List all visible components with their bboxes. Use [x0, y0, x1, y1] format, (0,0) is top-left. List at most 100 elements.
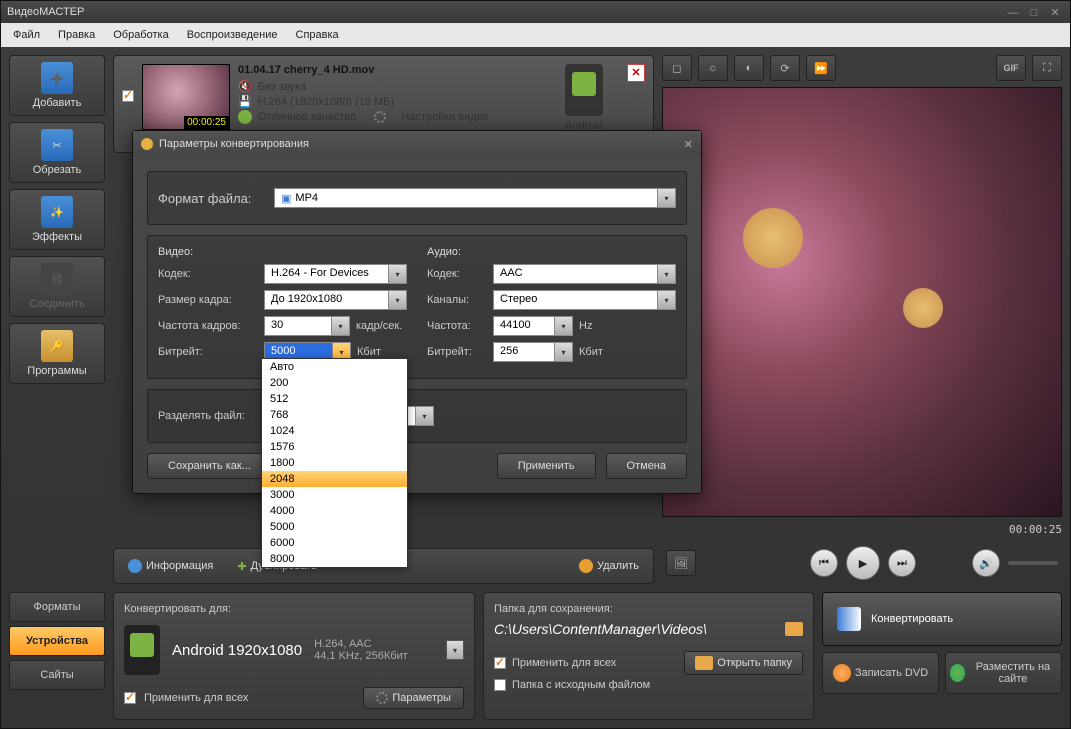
a-freq-dropdown-button[interactable]: ▾: [555, 316, 573, 336]
dropdown-option[interactable]: 2048: [262, 471, 407, 487]
a-codec-combo[interactable]: AAC: [493, 264, 658, 284]
apply-all2-checkbox[interactable]: [494, 657, 506, 669]
burn-dvd-button[interactable]: Записать DVD: [822, 652, 939, 694]
file-checkbox[interactable]: [122, 90, 134, 102]
app-title: ВидеоМАСТЕР: [7, 6, 84, 18]
file-duration: 00:00:25: [184, 116, 229, 129]
bitrate-dropdown-list[interactable]: Авто200512768102415761800204830004000500…: [261, 358, 408, 568]
device-dropdown-button[interactable]: ▾: [446, 640, 464, 660]
v-size-combo[interactable]: До 1920x1080: [264, 290, 389, 310]
menu-playback[interactable]: Воспроизведение: [179, 26, 286, 44]
sidebar-programs[interactable]: 🔑Программы: [9, 323, 105, 384]
menu-help[interactable]: Справка: [288, 26, 347, 44]
publish-button[interactable]: Разместить на сайте: [945, 652, 1062, 694]
convert-button[interactable]: Конвертировать: [822, 592, 1062, 646]
save-folder-path: C:\Users\ContentManager\Videos\: [494, 621, 779, 637]
sidebar-join: ⛓Соединить: [9, 256, 105, 317]
cancel-button[interactable]: Отмена: [606, 453, 687, 479]
v-fps-combo[interactable]: 30: [264, 316, 332, 336]
dropdown-option[interactable]: 8000: [262, 551, 407, 567]
video-preview[interactable]: [662, 87, 1062, 517]
format-label: Формат файла:: [158, 191, 268, 206]
info-button[interactable]: Информация: [120, 555, 221, 577]
dropdown-option[interactable]: Авто: [262, 359, 407, 375]
tab-sites[interactable]: Сайты: [9, 660, 105, 690]
a-bitrate-combo[interactable]: 256: [493, 342, 555, 362]
dropdown-option[interactable]: 512: [262, 391, 407, 407]
split-dropdown-button[interactable]: ▾: [416, 406, 434, 426]
convert-for-label: Конвертировать для:: [124, 603, 464, 615]
close-icon[interactable]: ✕: [1046, 6, 1064, 19]
sidebar-programs-label: Программы: [27, 365, 86, 377]
sidebar-join-label: Соединить: [29, 298, 85, 310]
contrast-icon[interactable]: ◐: [734, 55, 764, 81]
format-combo[interactable]: ▣MP4: [274, 188, 658, 208]
apply-button[interactable]: Применить: [497, 453, 596, 479]
a-codec-dropdown-button[interactable]: ▾: [658, 264, 676, 284]
dialog-close-button[interactable]: ✕: [684, 138, 693, 151]
dialog-title: Параметры конвертирования: [159, 138, 309, 150]
volume-button[interactable]: 🔊: [972, 549, 1000, 577]
v-size-dropdown-button[interactable]: ▾: [389, 290, 407, 310]
tab-formats[interactable]: Форматы: [9, 592, 105, 622]
brightness-icon[interactable]: ☼: [698, 55, 728, 81]
volume-slider[interactable]: [1008, 561, 1058, 565]
v-codec-dropdown-button[interactable]: ▾: [389, 264, 407, 284]
dropdown-option[interactable]: 4000: [262, 503, 407, 519]
a-channels-dropdown-button[interactable]: ▾: [658, 290, 676, 310]
delete-button[interactable]: Удалить: [571, 555, 647, 577]
dropdown-option[interactable]: 1024: [262, 423, 407, 439]
speed-icon[interactable]: ⏩: [806, 55, 836, 81]
file-audio: Без звука: [258, 81, 307, 93]
app-icon: [141, 138, 153, 150]
sidebar-trim[interactable]: ✂Обрезать: [9, 122, 105, 183]
crop-icon[interactable]: ◻: [662, 55, 692, 81]
file-thumbnail[interactable]: 00:00:25: [142, 64, 230, 130]
format-dropdown-button[interactable]: ▾: [658, 188, 676, 208]
minimize-icon[interactable]: —: [1004, 7, 1022, 19]
prev-button[interactable]: ⏮: [810, 549, 838, 577]
rotate-icon[interactable]: ⟳: [770, 55, 800, 81]
sidebar-effects[interactable]: ✨Эффекты: [9, 189, 105, 250]
save-folder-label: Папка для сохранения:: [494, 603, 803, 615]
file-settings[interactable]: Настройки видео: [401, 111, 489, 123]
menu-process[interactable]: Обработка: [105, 26, 176, 44]
dropdown-option[interactable]: 200: [262, 375, 407, 391]
dropdown-option[interactable]: 3000: [262, 487, 407, 503]
next-button[interactable]: ⏭: [888, 549, 916, 577]
a-channels-combo[interactable]: Стерео: [493, 290, 658, 310]
dropdown-option[interactable]: 6000: [262, 535, 407, 551]
v-codec-combo[interactable]: H.264 - For Devices: [264, 264, 389, 284]
dropdown-option[interactable]: 5000: [262, 519, 407, 535]
menu-edit[interactable]: Правка: [50, 26, 103, 44]
browse-folder-button[interactable]: [785, 622, 803, 636]
disk-icon: 💾: [238, 95, 252, 108]
save-as-button[interactable]: Сохранить как...: [147, 453, 272, 479]
a-codec-label: Кодек:: [427, 268, 487, 280]
snapshot-button[interactable]: 🖼: [666, 550, 696, 576]
dropdown-option[interactable]: 768: [262, 407, 407, 423]
sidebar-add[interactable]: ➕Добавить: [9, 55, 105, 116]
file-title: 01.04.17 cherry_4 HD.mov: [238, 64, 541, 76]
minus-icon: [579, 559, 593, 573]
dropdown-option[interactable]: 1576: [262, 439, 407, 455]
same-folder-checkbox[interactable]: [494, 679, 506, 691]
remove-file-button[interactable]: ✕: [627, 64, 645, 82]
gif-button[interactable]: GIF: [996, 55, 1026, 81]
dropdown-option[interactable]: 1800: [262, 455, 407, 471]
tab-devices[interactable]: Устройства: [9, 626, 105, 656]
play-button[interactable]: ▶: [846, 546, 880, 580]
open-folder-button[interactable]: Открыть папку: [684, 651, 803, 675]
a-bitrate-dropdown-button[interactable]: ▾: [555, 342, 573, 362]
maximize-icon[interactable]: □: [1025, 7, 1043, 19]
menu-file[interactable]: Файл: [5, 26, 48, 44]
conversion-params-dialog: Параметры конвертирования ✕ Формат файла…: [132, 130, 702, 494]
v-fps-dropdown-button[interactable]: ▾: [332, 316, 350, 336]
params-button[interactable]: Параметры: [363, 687, 464, 709]
apply-all-checkbox[interactable]: [124, 692, 136, 704]
file-codec: H.264 (1920x1080) (19 МБ): [258, 96, 394, 108]
a-freq-combo[interactable]: 44100: [493, 316, 555, 336]
scissors-icon: ✂: [41, 129, 73, 161]
fullscreen-icon[interactable]: ⛶: [1032, 55, 1062, 81]
device-spec2: 44,1 KHz, 256Кбит: [314, 650, 408, 662]
